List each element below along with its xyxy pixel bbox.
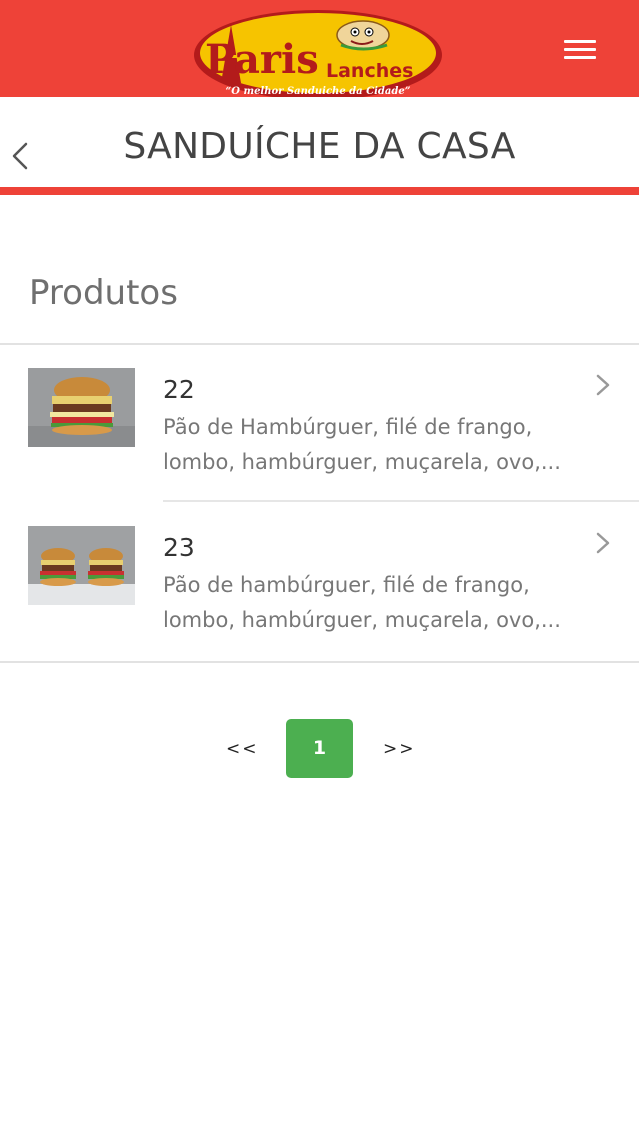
- paris-lanches-logo[interactable]: Paris Lanches “O melhor Sanduiche da Cid…: [193, 5, 443, 97]
- two-burgers-photo: [28, 526, 135, 605]
- pagination-prev-button[interactable]: <<: [226, 739, 259, 759]
- slogan-text: “O melhor Sanduiche da Cidade”: [226, 86, 411, 97]
- title-underline: [0, 187, 639, 195]
- product-title: 23: [163, 533, 195, 562]
- app-header: Paris Lanches “O melhor Sanduiche da Cid…: [0, 0, 639, 97]
- pagination-current-page[interactable]: 1: [286, 719, 353, 778]
- chevron-right-icon: [596, 532, 610, 554]
- brand-main-text: Paris: [205, 36, 319, 83]
- product-description-line2: lombo, hambúrguer, muçarela, ovo,...: [163, 450, 561, 474]
- burger-photo: [28, 368, 135, 447]
- product-description: Pão de Hambúrguer, filé de frango,: [163, 415, 533, 439]
- chevron-left-icon[interactable]: [4, 136, 38, 176]
- pagination-next-button[interactable]: >>: [383, 739, 416, 759]
- pagination: << 1 >>: [0, 719, 639, 779]
- page-title: SANDUÍCHE DA CASA: [123, 126, 516, 167]
- hamburger-menu-icon[interactable]: [560, 35, 600, 65]
- product-list-item[interactable]: 22 Pão de Hambúrguer, filé de frango, lo…: [0, 345, 639, 500]
- brand-sub-text: Lanches: [326, 60, 413, 82]
- list-divider-bottom: [0, 661, 639, 663]
- product-list-item[interactable]: 23 Pão de hambúrguer, filé de frango, lo…: [0, 503, 639, 658]
- section-title: Produtos: [29, 273, 178, 313]
- chevron-right-icon: [596, 374, 610, 396]
- product-title: 22: [163, 375, 195, 404]
- product-description-line2: lombo, hambúrguer, muçarela, ovo,...: [163, 608, 561, 632]
- list-row-divider: [163, 500, 639, 502]
- product-description: Pão de hambúrguer, filé de frango,: [163, 573, 530, 597]
